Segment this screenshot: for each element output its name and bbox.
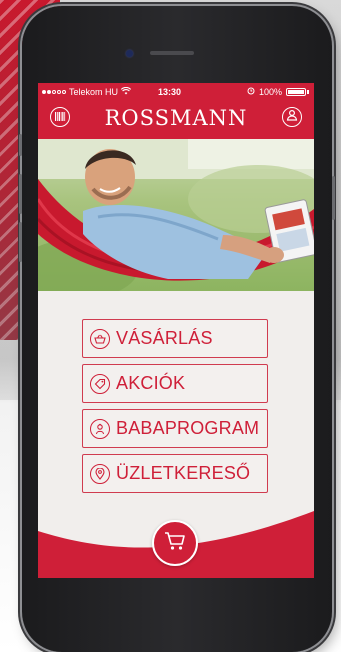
- battery-icon: [286, 88, 306, 96]
- menu-item-label: AKCIÓK: [116, 373, 186, 393]
- header-row: ROSSMANN: [38, 101, 314, 139]
- battery-percent: 100%: [258, 87, 282, 97]
- carrier-label: Telekom HU: [69, 87, 119, 97]
- cart-button[interactable]: [152, 520, 198, 566]
- menu-item-akciok[interactable]: AKCIÓK: [82, 364, 268, 403]
- signal-icon: [42, 90, 66, 94]
- volume-down-button: [19, 222, 22, 262]
- hero-image: [38, 139, 314, 291]
- status-left: Telekom HU: [42, 85, 132, 99]
- mute-switch: [19, 134, 22, 156]
- menu-item-babaprogram[interactable]: BABAPROGRAM: [82, 409, 268, 448]
- menu-item-uzletkereso[interactable]: ÜZLETKERESŐ: [82, 454, 268, 493]
- wifi-icon: [120, 85, 132, 99]
- status-right: 100%: [247, 85, 309, 99]
- status-time: 13:30: [158, 87, 182, 97]
- main-menu: VÁSÁRLÁS AKCIÓK BABAPROGRAM ÜZLETKERESŐ: [82, 319, 268, 499]
- front-camera: [126, 50, 133, 57]
- app-screen: Telekom HU 13:30 100% ROSSMANN VÁSÁRLÁS …: [38, 83, 314, 578]
- price-tag-icon: [90, 373, 110, 394]
- shopping-basket-icon: [90, 328, 110, 349]
- app-header: Telekom HU 13:30 100% ROSSMANN: [38, 83, 314, 139]
- status-bar: Telekom HU 13:30 100%: [38, 85, 314, 99]
- volume-up-button: [19, 174, 22, 214]
- rossmann-logo: ROSSMANN: [104, 106, 248, 130]
- earpiece-speaker: [150, 51, 194, 55]
- power-button: [332, 176, 335, 220]
- menu-item-label: VÁSÁRLÁS: [116, 328, 213, 348]
- baby-icon: [90, 418, 110, 439]
- profile-button[interactable]: [282, 107, 302, 127]
- alarm-icon: [247, 85, 255, 99]
- menu-item-label: BABAPROGRAM: [116, 418, 260, 438]
- menu-item-vasarlas[interactable]: VÁSÁRLÁS: [82, 319, 268, 358]
- shopping-cart-icon: [164, 531, 186, 556]
- user-profile-icon: [286, 108, 298, 126]
- menu-item-label: ÜZLETKERESŐ: [116, 463, 251, 483]
- location-pin-icon: [90, 463, 110, 484]
